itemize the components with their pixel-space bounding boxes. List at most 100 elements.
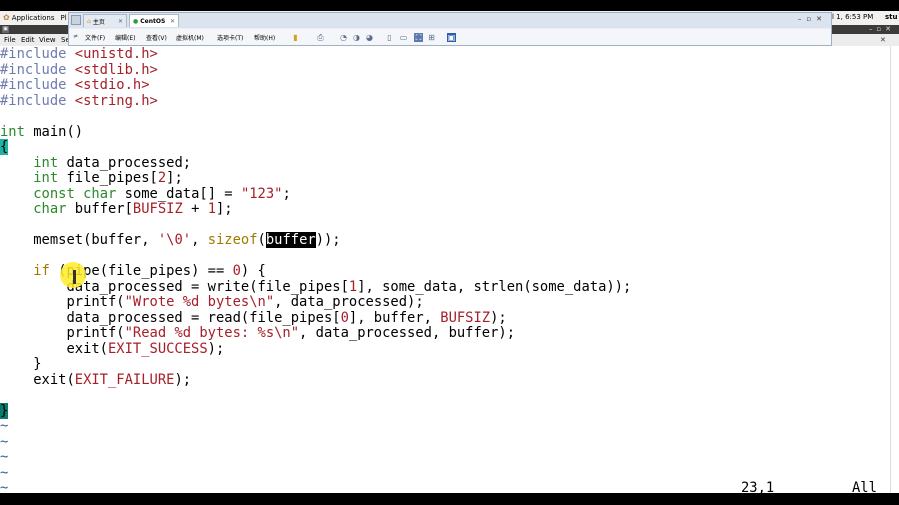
snapshot-icon[interactable]: ◔ xyxy=(339,33,348,42)
code-token: #include xyxy=(0,77,75,93)
close-icon[interactable]: ✕ xyxy=(170,18,175,25)
places-menu[interactable]: Pl xyxy=(60,14,66,22)
vm-menu-help[interactable]: 帮助(H) xyxy=(254,33,275,42)
menu-view[interactable]: View xyxy=(39,36,56,44)
unity-icon[interactable]: ⊞ xyxy=(427,33,436,42)
code-token: ~ xyxy=(0,418,9,434)
close-icon[interactable]: ✕ xyxy=(118,18,123,25)
code-token: ]; xyxy=(166,170,183,186)
vm-menu-tabs[interactable]: 选项卡(T) xyxy=(217,33,243,42)
close-icon[interactable]: ✕ xyxy=(880,36,886,44)
code-token: file_pipes[ xyxy=(58,170,158,186)
code-line: ~ xyxy=(0,418,9,435)
vm-menu-icon[interactable] xyxy=(71,15,81,25)
tab-centos[interactable]: ● CentOS ✕ xyxy=(129,14,179,27)
code-token: ~ xyxy=(0,465,9,481)
power-icon[interactable]: ▮ xyxy=(291,33,300,42)
console-view-icon[interactable]: ▣ xyxy=(447,33,456,42)
send-keys-icon[interactable]: ⎙ xyxy=(316,33,325,42)
code-token: 0 xyxy=(340,310,349,326)
code-token: printf( xyxy=(0,294,125,310)
code-token: EXIT_FAILURE xyxy=(74,372,175,388)
code-token: int xyxy=(33,155,59,171)
code-token: const xyxy=(33,186,75,202)
code-line: printf("Read %d bytes: %s\n", data_proce… xyxy=(0,325,516,342)
code-token: } xyxy=(0,356,42,372)
code-token: BUFSIZ xyxy=(440,310,491,326)
code-token: char xyxy=(33,201,67,217)
code-line: int main() xyxy=(0,124,83,141)
code-token: 2 xyxy=(157,170,167,186)
code-token: buffer xyxy=(265,232,316,248)
vm-window-controls[interactable]: –▫✕ xyxy=(798,15,827,23)
code-line: } xyxy=(0,356,42,373)
vm-library-icon[interactable]: ≠ xyxy=(73,33,78,40)
revert-snapshot-icon[interactable]: ◑ xyxy=(352,33,361,42)
code-token: data_processed; xyxy=(58,155,192,171)
code-token: "Read %d bytes: %s\n" xyxy=(124,325,300,341)
code-line: char buffer[BUFSIZ + 1]; xyxy=(0,201,232,218)
menu-edit[interactable]: Edit xyxy=(21,36,35,44)
code-token: #include xyxy=(0,93,75,109)
code-token: ); xyxy=(207,341,225,357)
tab-home[interactable]: ⌂ 主页 ✕ xyxy=(83,14,127,27)
snapshot-manager-icon[interactable]: ◕ xyxy=(365,33,374,42)
code-token: ~ xyxy=(0,449,9,465)
code-token: data_processed = write(file_pipes[ xyxy=(0,279,349,295)
code-token: , xyxy=(191,232,208,248)
code-token: #include xyxy=(0,46,75,62)
code-token: { xyxy=(0,139,9,155)
panel-clock[interactable]: l 1, 6:53 PM xyxy=(832,13,873,21)
vim-editor[interactable]: #include <unistd.h> #include <stdlib.h> #i… xyxy=(0,46,890,496)
code-token: + xyxy=(182,201,208,217)
vm-menu-vm[interactable]: 虚拟机(M) xyxy=(176,33,204,42)
menu-file[interactable]: File xyxy=(4,36,16,44)
code-token: '\0' xyxy=(157,232,192,248)
panel-user[interactable]: stu xyxy=(885,13,898,21)
scrollbar[interactable] xyxy=(890,46,899,493)
code-token: } xyxy=(0,403,9,419)
text-cursor-icon xyxy=(73,270,76,284)
code-token: ) { xyxy=(240,263,266,279)
code-token: memset(buffer, xyxy=(0,232,158,248)
code-token: ], some_data, strlen(some_data)); xyxy=(357,279,632,295)
vm-menu-edit[interactable]: 编辑(E) xyxy=(115,33,135,42)
applications-menu[interactable]: ✿ Applications Pl xyxy=(3,13,67,22)
code-line: exit(EXIT_FAILURE); xyxy=(0,372,192,389)
vm-menu-file[interactable]: 文件(F) xyxy=(85,33,105,42)
terminal-icon: ▣ xyxy=(2,26,9,33)
code-token: ; xyxy=(282,186,291,202)
tab-centos-label: CentOS xyxy=(140,17,166,25)
code-token: data_processed = read(file_pipes[ xyxy=(0,310,341,326)
vm-menu-view[interactable]: 查看(V) xyxy=(146,33,167,42)
code-token: , data_processed, buffer); xyxy=(299,325,516,341)
fullscreen-icon[interactable]: ⛶ xyxy=(414,33,423,42)
applications-label: Applications xyxy=(11,13,55,22)
sidebar-toggle-icon[interactable]: ▯ xyxy=(385,33,394,42)
code-token: exit( xyxy=(0,372,75,388)
code-line: printf("Wrote %d bytes\n", data_processe… xyxy=(0,294,424,311)
code-token: if xyxy=(33,263,50,279)
thumbnail-icon[interactable]: ▭ xyxy=(399,33,408,42)
code-line: { xyxy=(0,139,9,156)
code-token: int xyxy=(33,170,59,186)
code-token: sizeof xyxy=(207,232,258,248)
code-token: ); xyxy=(490,310,507,326)
code-token: , data_processed); xyxy=(274,294,424,310)
vm-running-icon: ● xyxy=(133,17,139,25)
code-token: char xyxy=(83,186,117,202)
code-line: int file_pipes[2]; xyxy=(0,170,183,187)
terminal-window-controls[interactable]: –▫✕ xyxy=(869,25,895,33)
code-token: "123" xyxy=(240,186,283,202)
vm-tab-bar: ⌂ 主页 ✕ ● CentOS ✕ –▫✕ xyxy=(69,13,831,28)
code-token: 0 xyxy=(232,263,241,279)
tab-home-label: 主页 xyxy=(92,18,105,26)
code-token: exit( xyxy=(0,341,108,357)
code-token: ); xyxy=(174,372,192,388)
code-token: <unistd.h> xyxy=(74,46,158,62)
code-token: some_data[] = xyxy=(116,186,241,202)
